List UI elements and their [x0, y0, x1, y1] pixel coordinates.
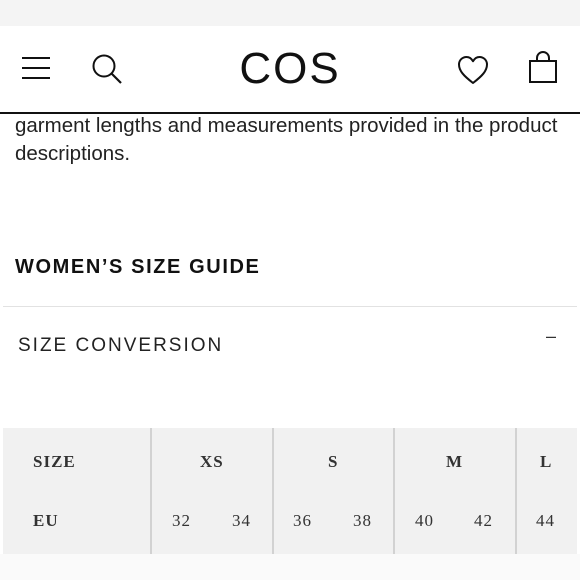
eu-size-value: 40 — [415, 511, 434, 530]
accordion-title: SIZE CONVERSION — [18, 335, 224, 356]
size-conversion-table: SIZE XS S M L EU 32 34 36 38 40 42 44 — [3, 428, 577, 554]
shopping-bag-icon — [529, 50, 557, 83]
heart-icon — [458, 56, 488, 84]
row-label-eu: EU — [33, 511, 59, 530]
intro-paragraph: garment lengths and measurements provide… — [15, 114, 558, 165]
eu-size-value: 34 — [232, 511, 251, 530]
column-divider — [272, 428, 274, 554]
size-guide-title: WOMEN’S SIZE GUIDE — [15, 256, 261, 278]
eu-size-value: 42 — [474, 511, 493, 530]
status-strip — [0, 0, 580, 26]
eu-size-value: 32 — [172, 511, 191, 530]
wishlist-button[interactable] — [456, 54, 490, 86]
size-header-s: S — [328, 452, 339, 471]
eu-size-value: 38 — [353, 511, 372, 530]
shopping-bag-button[interactable] — [527, 50, 559, 84]
column-divider — [393, 428, 395, 554]
size-header-xs: XS — [200, 452, 224, 471]
size-header-l: L — [540, 452, 553, 471]
column-divider — [150, 428, 152, 554]
cos-logo[interactable]: COS — [0, 43, 580, 95]
eu-size-value: 36 — [293, 511, 312, 530]
size-header-label: SIZE — [33, 452, 76, 471]
size-header-m: M — [446, 452, 464, 471]
column-divider — [515, 428, 517, 554]
collapse-icon[interactable]: – — [546, 326, 556, 347]
site-header: COS — [0, 26, 580, 114]
size-conversion-accordion[interactable]: SIZE CONVERSION – — [0, 307, 580, 387]
bottom-strip — [0, 554, 580, 580]
eu-size-value: 44 — [536, 511, 555, 530]
